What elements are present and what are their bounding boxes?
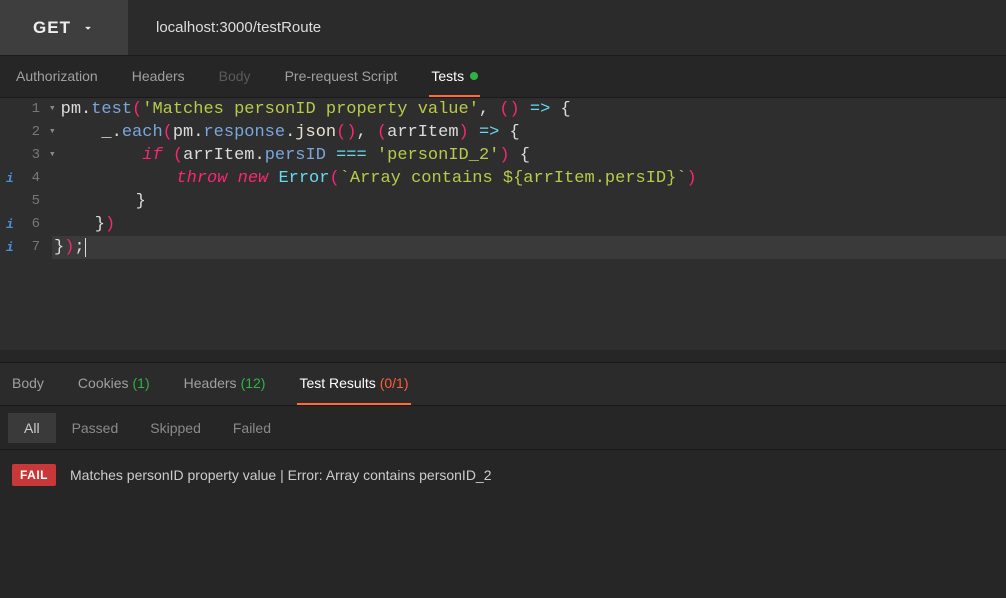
code-content: if (arrItem.persID === 'personID_2') { [59,144,1006,167]
tests-active-dot-icon [470,72,478,80]
info-icon: i [6,213,14,236]
fold-toggle[interactable]: ▾ [48,98,59,121]
response-tab-headers[interactable]: Headers (12) [182,363,268,405]
chevron-down-icon [81,21,95,35]
filter-passed[interactable]: Passed [56,413,135,443]
http-method-label: GET [33,18,71,38]
headers-count: (12) [241,375,266,391]
test-results-count: (0/1) [380,375,409,391]
code-line: 1▾pm.test('Matches personID property val… [0,98,1006,121]
response-tabs: Body Cookies (1) Headers (12) Test Resul… [0,362,1006,406]
code-content: _.each(pm.response.json(), (arrItem) => … [59,121,1006,144]
line-number: 2 [0,121,48,144]
cookies-count: (1) [133,375,150,391]
code-line: 2▾ _.each(pm.response.json(), (arrItem) … [0,121,1006,144]
request-tabs: Authorization Headers Body Pre-request S… [0,56,1006,98]
response-tab-test-results-label: Test Results [299,375,375,391]
tab-tests[interactable]: Tests [429,56,480,97]
response-tab-cookies[interactable]: Cookies (1) [76,363,152,405]
code-line: i6 }) [0,213,1006,236]
test-result-message: Matches personID property value | Error:… [70,467,492,483]
fold-toggle[interactable]: ▾ [48,121,59,144]
line-number: 5 [0,190,48,213]
code-editor[interactable]: 1▾pm.test('Matches personID property val… [0,98,1006,350]
http-method-dropdown[interactable]: GET [0,0,128,55]
tab-body[interactable]: Body [217,56,253,97]
line-number: 3 [0,144,48,167]
code-content: throw new Error(`Array contains ${arrIte… [52,167,1006,190]
text-cursor [85,238,86,257]
info-icon: i [6,236,14,259]
request-url-input[interactable]: localhost:3000/testRoute [128,0,1006,55]
code-content: }) [52,213,1006,236]
tab-prerequest[interactable]: Pre-request Script [283,56,400,97]
code-line: i4 throw new Error(`Array contains ${arr… [0,167,1006,190]
response-tab-body[interactable]: Body [10,363,46,405]
request-topbar: GET localhost:3000/testRoute [0,0,1006,56]
code-content: pm.test('Matches personID property value… [59,98,1006,121]
filter-skipped[interactable]: Skipped [134,413,217,443]
response-tab-cookies-label: Cookies [78,375,129,391]
code-line: 5 } [0,190,1006,213]
filter-all[interactable]: All [8,413,56,443]
code-line: i7 }); [0,236,1006,259]
editor-spacer [0,350,1006,362]
filter-failed[interactable]: Failed [217,413,287,443]
test-results-list: FAIL Matches personID property value | E… [0,450,1006,500]
code-line: 3▾ if (arrItem.persID === 'personID_2') … [0,144,1006,167]
test-result-row: FAIL Matches personID property value | E… [12,464,994,486]
line-number: i7 [0,236,48,259]
status-badge-fail: FAIL [12,464,56,486]
response-tab-test-results[interactable]: Test Results (0/1) [297,363,410,405]
fold-toggle[interactable]: ▾ [48,144,59,167]
code-content: }); [52,236,1006,259]
tab-headers[interactable]: Headers [130,56,187,97]
request-url-value: localhost:3000/testRoute [156,19,321,36]
info-icon: i [6,167,14,190]
response-tab-headers-label: Headers [184,375,237,391]
tab-tests-label: Tests [431,68,464,84]
line-number: 1 [0,98,48,121]
result-filters: All Passed Skipped Failed [0,406,1006,450]
line-number: i4 [0,167,48,190]
code-content: } [52,190,1006,213]
line-number: i6 [0,213,48,236]
tab-authorization[interactable]: Authorization [14,56,100,97]
